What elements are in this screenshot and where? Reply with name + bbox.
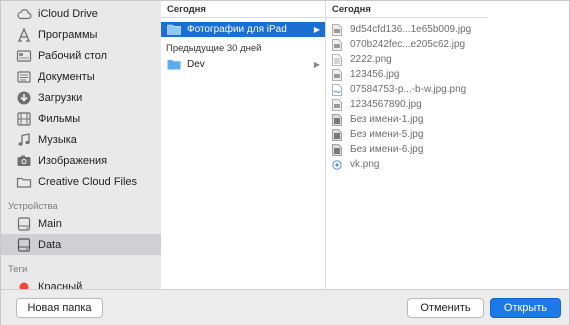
sidebar: iCloud Drive Программы Рабочий стол Доку… <box>1 1 162 289</box>
file-name: vk.png <box>350 159 380 170</box>
file-row[interactable]: 2222.png <box>326 52 488 67</box>
folder-row-dev[interactable]: Dev ▶ <box>161 57 325 72</box>
png-file-icon <box>332 53 342 66</box>
file-row[interactable]: 123456.jpg <box>326 67 488 82</box>
jpg-file-icon <box>332 98 342 111</box>
sidebar-item-label: Фильмы <box>38 112 81 125</box>
tags-section-header: Теги <box>8 264 28 275</box>
folder-icon <box>16 174 32 190</box>
browser-column-empty <box>488 1 569 289</box>
new-folder-button[interactable]: Новая папка <box>16 298 103 318</box>
disk-icon <box>16 216 32 232</box>
sidebar-item-data[interactable]: Data <box>1 234 161 255</box>
group-label-previous-30-days: Предыдущие 30 дней <box>166 43 262 54</box>
downloads-icon <box>16 90 32 106</box>
sidebar-item-label: Рабочий стол <box>38 49 108 62</box>
folder-name: Фотографии для iPad <box>187 24 287 35</box>
applications-icon <box>16 26 32 43</box>
browser-column-1: Сегодня Фотографии для iPad ▶ Предыдущие… <box>161 1 326 289</box>
music-icon <box>16 132 32 148</box>
cloud-icon <box>16 6 32 22</box>
jpg-file-icon <box>332 38 342 51</box>
jpg-file-icon <box>332 68 342 81</box>
file-name: 2222.png <box>350 54 392 65</box>
column-header: Сегодня <box>326 1 488 18</box>
file-name: Без имени-5.jpg <box>350 129 424 140</box>
disk-icon <box>16 237 32 253</box>
open-file-dialog: iCloud Drive Программы Рабочий стол Доку… <box>0 0 570 325</box>
folder-name: Dev <box>187 59 205 70</box>
jpg-file-icon <box>332 143 342 156</box>
desktop-icon <box>16 48 32 64</box>
sidebar-item-documents[interactable]: Документы <box>1 66 161 87</box>
sidebar-item-label: Музыка <box>38 133 77 146</box>
file-name: 07584753-p...-b-w.jpg.png <box>350 84 467 95</box>
file-name: 1234567890.jpg <box>350 99 422 110</box>
file-row[interactable]: 1234567890.jpg <box>326 97 488 112</box>
file-row[interactable]: 070b242fec...e205c62.jpg <box>326 37 488 52</box>
sidebar-item-downloads[interactable]: Загрузки <box>1 87 161 108</box>
png-file-icon <box>332 83 342 96</box>
sidebar-item-label: Изображения <box>38 154 108 167</box>
sidebar-item-creative-cloud-files[interactable]: Creative Cloud Files <box>1 171 161 192</box>
file-name: 9d54cfd136...1e65b009.jpg <box>350 24 472 35</box>
sidebar-item-label: Документы <box>38 70 95 83</box>
sidebar-item-main[interactable]: Main <box>1 213 161 234</box>
sidebar-item-label: Data <box>38 238 62 251</box>
pictures-icon <box>16 153 32 169</box>
sidebar-item-tag-red[interactable]: Красный <box>1 276 161 289</box>
sidebar-item-label: Creative Cloud Files <box>38 175 138 188</box>
open-button[interactable]: Открыть <box>490 298 561 318</box>
file-row[interactable]: 9d54cfd136...1e65b009.jpg <box>326 22 488 37</box>
file-name: 123456.jpg <box>350 69 400 80</box>
file-row[interactable]: vk.png <box>326 157 488 172</box>
cancel-button[interactable]: Отменить <box>407 298 484 318</box>
movies-icon <box>16 111 32 127</box>
dialog-footer: Новая папка Отменить Открыть <box>1 289 569 325</box>
png-file-icon <box>332 159 342 170</box>
file-name: Без имени-6.jpg <box>350 144 424 155</box>
sidebar-item-label: Main <box>38 217 62 230</box>
jpg-file-icon <box>332 23 342 36</box>
red-tag-icon <box>16 279 32 289</box>
file-row[interactable]: Без имени-6.jpg <box>326 142 488 157</box>
browser-column-2: Сегодня 9d54cfd136...1e65b009.jpg 070b24… <box>326 1 489 289</box>
folder-icon <box>167 60 181 70</box>
sidebar-item-label: iCloud Drive <box>38 7 98 20</box>
file-row[interactable]: 07584753-p...-b-w.jpg.png <box>326 82 488 97</box>
file-name: 070b242fec...e205c62.jpg <box>350 39 466 50</box>
jpg-file-icon <box>332 113 342 126</box>
sidebar-item-desktop[interactable]: Рабочий стол <box>1 45 161 66</box>
chevron-right-icon: ▶ <box>313 60 320 69</box>
sidebar-item-movies[interactable]: Фильмы <box>1 108 161 129</box>
file-name: Без имени-1.jpg <box>350 114 424 125</box>
chevron-right-icon: ▶ <box>313 25 320 34</box>
sidebar-item-icloud-drive[interactable]: iCloud Drive <box>1 3 161 24</box>
sidebar-item-pictures[interactable]: Изображения <box>1 150 161 171</box>
file-row[interactable]: Без имени-5.jpg <box>326 127 488 142</box>
devices-section-header: Устройства <box>8 201 58 212</box>
folder-row-ipad-photos[interactable]: Фотографии для iPad ▶ <box>161 22 325 37</box>
folder-icon <box>167 24 181 35</box>
sidebar-item-music[interactable]: Музыка <box>1 129 161 150</box>
sidebar-item-label: Программы <box>38 28 98 41</box>
sidebar-item-label: Загрузки <box>38 91 83 104</box>
file-row[interactable]: Без имени-1.jpg <box>326 112 488 127</box>
jpg-file-icon <box>332 128 342 141</box>
sidebar-item-applications[interactable]: Программы <box>1 24 161 45</box>
column-header: Сегодня <box>161 1 325 18</box>
documents-icon <box>16 69 32 85</box>
sidebar-item-label: Красный <box>38 280 83 290</box>
